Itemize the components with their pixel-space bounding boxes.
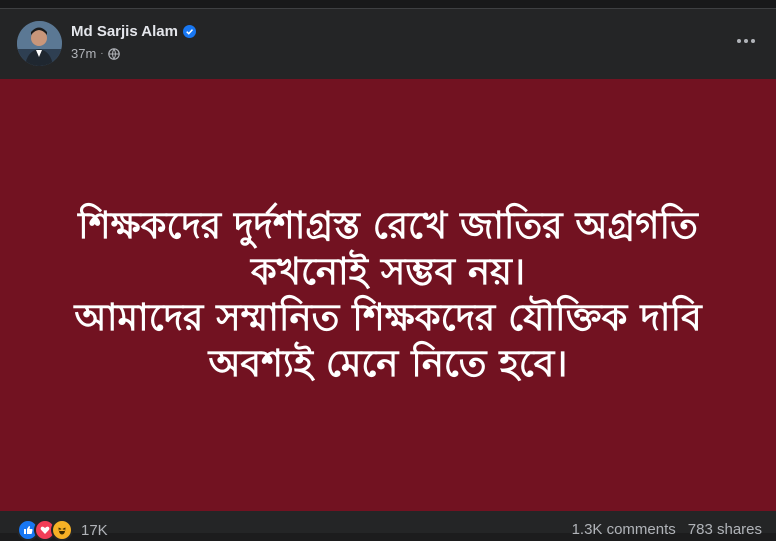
post-header: Md Sarjis Alam 37m · [0,9,776,79]
more-options-button[interactable] [732,29,760,53]
more-dot-icon [751,39,755,43]
haha-icon [51,519,73,541]
more-dot-icon [737,39,741,43]
verified-badge-icon [182,25,196,38]
reaction-count[interactable]: 17K [81,522,108,539]
meta-separator: · [100,48,104,59]
engagement-counts: 1.3K comments 783 shares [572,521,762,538]
post-card: Md Sarjis Alam 37m · শিক্ষকদের দুর্দশাগ্… [0,9,776,541]
globe-icon [107,47,120,60]
author-name[interactable]: Md Sarjis Alam [71,23,178,40]
reaction-summary[interactable]: 17K [17,519,108,541]
author-name-row: Md Sarjis Alam [71,23,196,40]
post-time[interactable]: 37m [71,46,96,61]
top-divider [0,0,776,9]
more-dot-icon [744,39,748,43]
post-footer: 17K 1.3K comments 783 shares [0,511,776,541]
post-background[interactable]: শিক্ষকদের দুর্দশাগ্রস্ত রেখে জাতির অগ্রগ… [0,79,776,511]
post-text: শিক্ষকদের দুর্দশাগ্রস্ত রেখে জাতির অগ্রগ… [74,204,702,385]
avatar[interactable] [17,21,62,66]
post-meta: 37m · [71,46,120,61]
shares-count[interactable]: 783 shares [688,521,762,538]
comments-count[interactable]: 1.3K comments [572,521,676,538]
